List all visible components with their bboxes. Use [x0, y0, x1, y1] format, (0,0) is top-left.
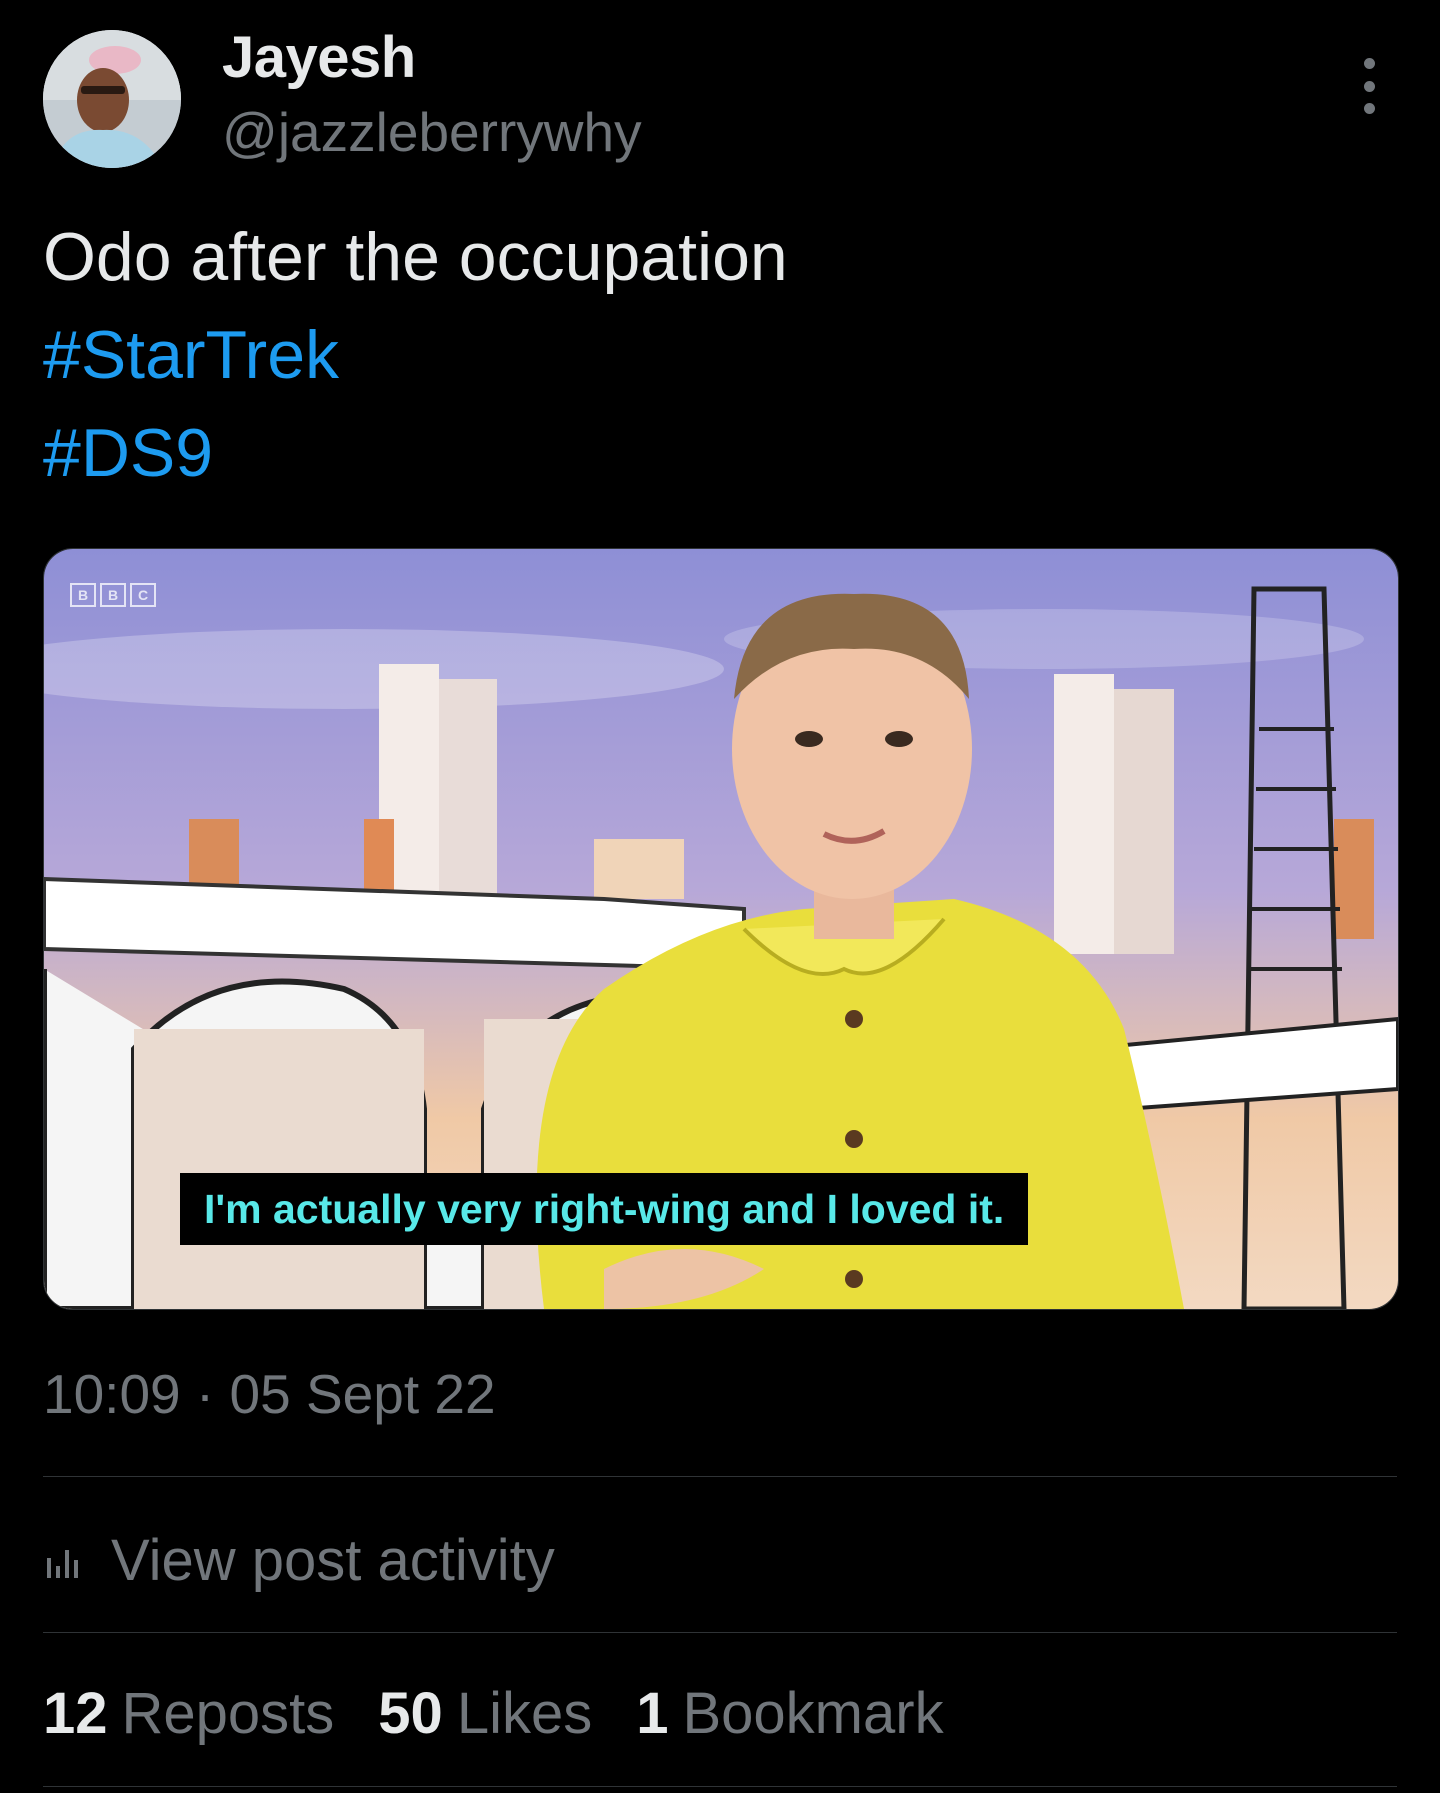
more-options-icon[interactable] — [1351, 58, 1387, 114]
reposts-stat[interactable]: 12 Reposts — [43, 1680, 334, 1747]
post-date: 05 Sept 22 — [229, 1363, 496, 1425]
logo-letter: B — [70, 583, 96, 607]
divider — [43, 1476, 1397, 1477]
bookmarks-label: Bookmark — [682, 1681, 944, 1746]
activity-label: View post activity — [111, 1527, 555, 1593]
hashtag-ds9[interactable]: #DS9 — [43, 404, 1393, 502]
logo-letter: C — [130, 583, 156, 607]
reposts-label: Reposts — [121, 1681, 335, 1746]
post-image[interactable]: B B C I'm actually very right-wing and I… — [43, 548, 1399, 1310]
subtitle-text: I'm actually very right-wing and I loved… — [204, 1185, 1005, 1232]
bbc-logo: B B C — [70, 583, 156, 607]
likes-label: Likes — [456, 1681, 593, 1746]
view-post-activity-button[interactable]: View post activity — [43, 1525, 555, 1595]
dot — [1363, 103, 1375, 114]
avatar-photo — [43, 30, 181, 168]
logo-letter: B — [100, 583, 126, 607]
subtitle-box: I'm actually very right-wing and I loved… — [180, 1173, 1029, 1245]
divider — [43, 1632, 1397, 1633]
author-handle[interactable]: @jazzleberrywhy — [222, 100, 642, 164]
bar-chart-icon — [47, 1550, 78, 1578]
likes-stat[interactable]: 50 Likes — [378, 1680, 592, 1747]
engagement-stats: 12 Reposts 50 Likes 1 Bookmark — [43, 1680, 944, 1747]
reposts-count: 12 — [43, 1681, 108, 1746]
bookmarks-count: 1 — [636, 1681, 669, 1746]
post-body: Odo after the occupation — [43, 219, 788, 295]
dot — [1363, 80, 1375, 92]
post-timestamp[interactable]: 10:09 · 05 Sept 22 — [43, 1362, 496, 1426]
hashtag-startrek[interactable]: #StarTrek — [43, 306, 1393, 404]
author-name[interactable]: Jayesh — [222, 24, 416, 91]
likes-count: 50 — [378, 1681, 443, 1746]
bookmarks-stat[interactable]: 1 Bookmark — [636, 1680, 943, 1747]
post-time: 10:09 — [43, 1363, 181, 1425]
timestamp-separator: · — [195, 1363, 215, 1425]
divider — [43, 1786, 1397, 1787]
dot — [1363, 58, 1375, 69]
avatar[interactable] — [43, 30, 181, 168]
post-text: Odo after the occupation #StarTrek #DS9 — [43, 208, 1393, 502]
